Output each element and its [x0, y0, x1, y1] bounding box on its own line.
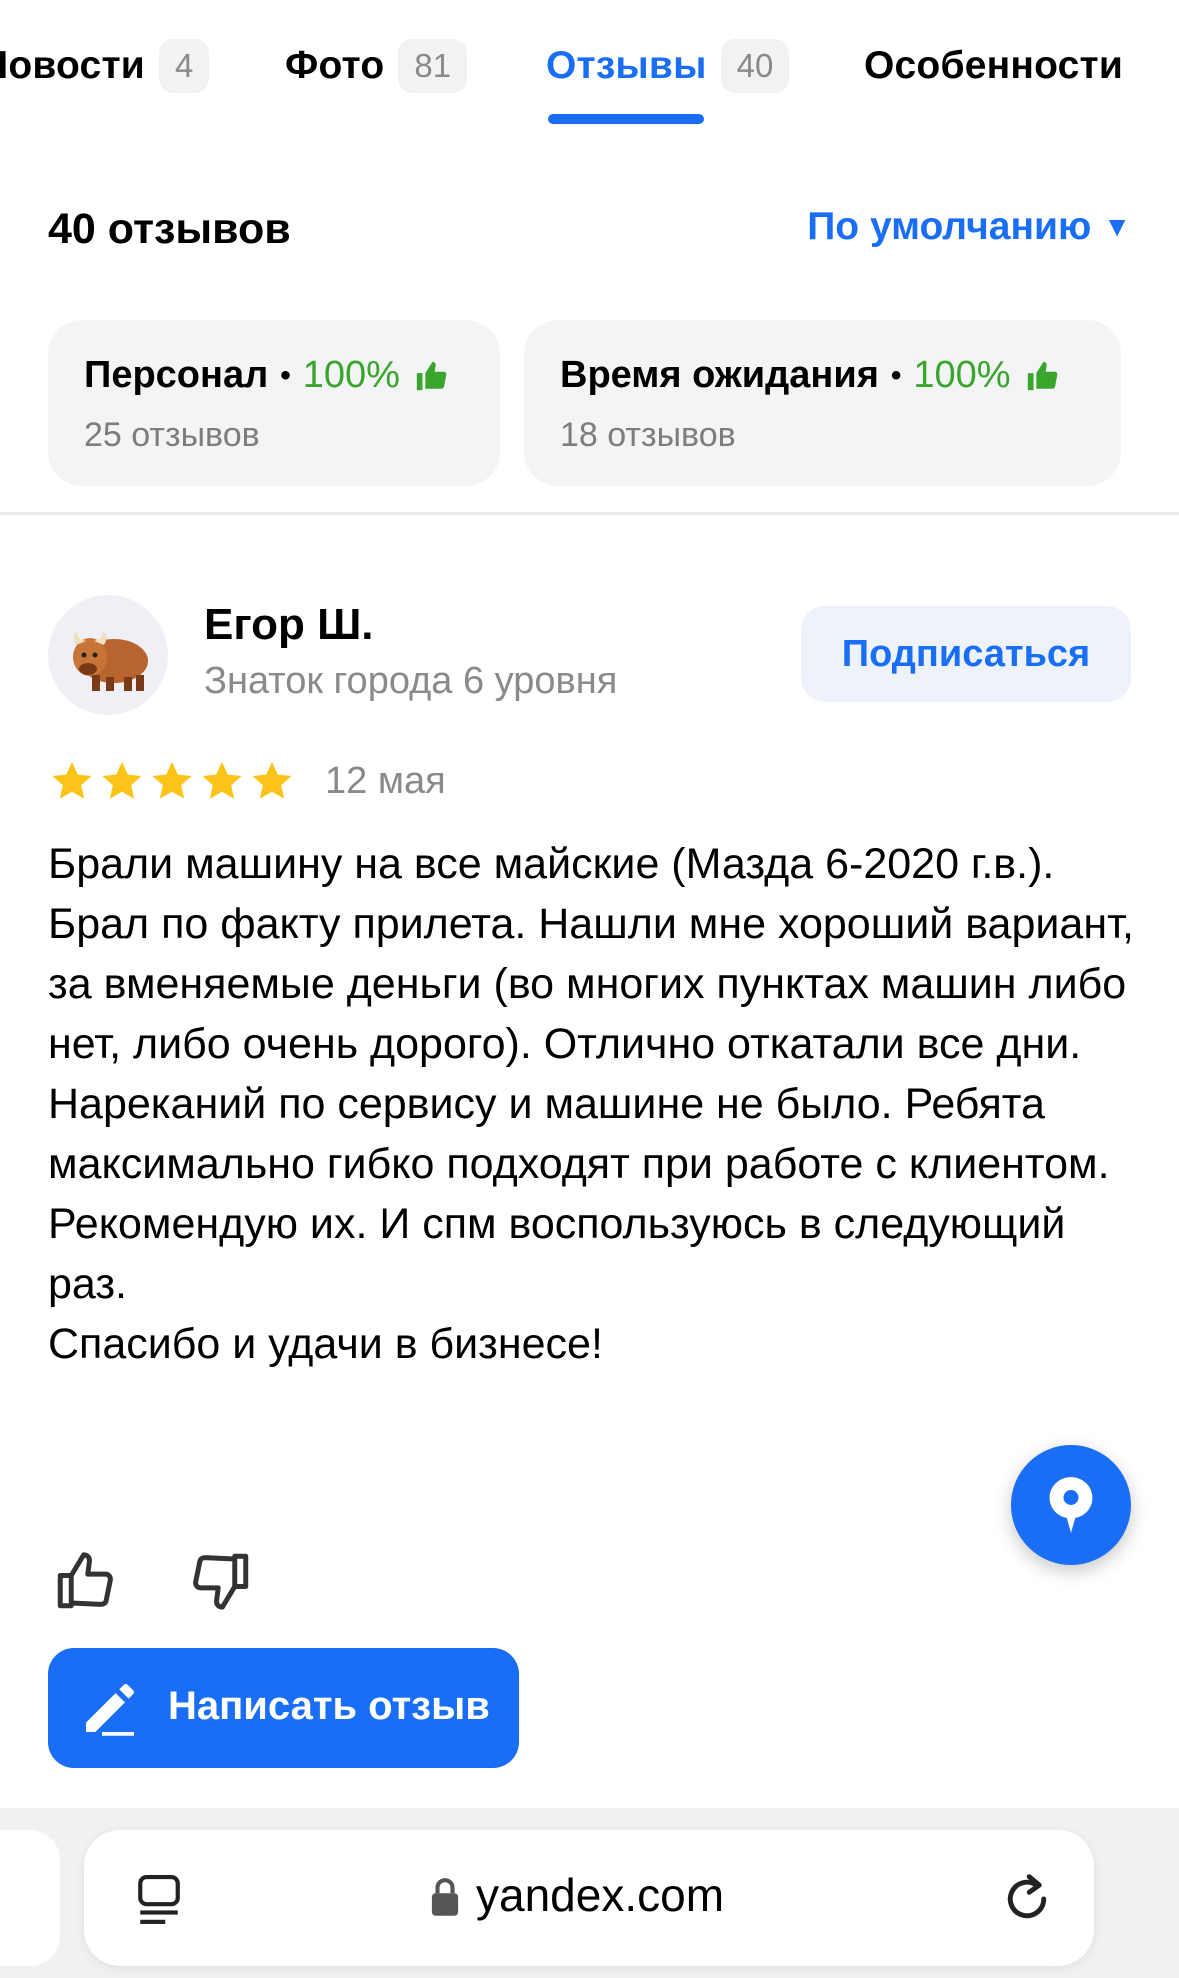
separator-dot: •	[890, 358, 902, 392]
tab-label: Особенности	[864, 44, 1124, 87]
active-tab-indicator	[548, 114, 704, 124]
thumb-up-icon[interactable]	[52, 1548, 118, 1614]
write-review-label: Написать отзыв	[168, 1684, 490, 1728]
star-icon	[102, 762, 142, 799]
review-paragraph: Брали машину на все майские (Мазда 6-202…	[48, 840, 1134, 1188]
review-author-level: Знаток города 6 уровня	[204, 660, 618, 702]
previous-tab-peek[interactable]	[0, 1830, 60, 1966]
review-paragraph: Рекомендую их. И спм воспользуюсь в след…	[48, 1200, 1066, 1308]
tab-count: 4	[158, 39, 210, 93]
map-button[interactable]	[1011, 1445, 1131, 1565]
review-author-name[interactable]: Егор Ш.	[204, 600, 374, 650]
pencil-icon	[86, 1684, 134, 1736]
thumb-down-icon[interactable]	[188, 1548, 254, 1614]
aspect-percent: 100%	[302, 354, 400, 396]
tab-label: Новости	[0, 44, 145, 87]
subscribe-button[interactable]: Подписаться	[801, 606, 1131, 702]
aspect-card-staff[interactable]: Персонал • 100% 25 отзывов	[48, 320, 500, 486]
star-icon	[252, 762, 292, 799]
tab-reviews[interactable]: Отзывы 40	[546, 36, 790, 96]
aspect-review-count: 18 отзывов	[560, 416, 736, 454]
aspect-card-waiting-time[interactable]: Время ожидания • 100% 18 отзывов	[524, 320, 1121, 486]
sort-dropdown[interactable]: По умолчанию ▼	[807, 205, 1131, 249]
rating-stars	[48, 758, 296, 806]
chevron-down-icon: ▼	[1103, 211, 1131, 242]
tab-photo[interactable]: Фото 81	[285, 36, 468, 96]
reviews-count-title: 40 отзывов	[48, 205, 291, 253]
avatar[interactable]	[48, 595, 168, 715]
review-date: 12 мая	[325, 760, 446, 802]
tab-bar: Новости 4 Фото 81 Отзывы 40 Особенности	[0, 0, 1179, 140]
star-icon	[202, 762, 242, 799]
tab-features[interactable]: Особенности	[864, 36, 1123, 96]
yak-avatar-image	[73, 631, 148, 691]
tab-count: 81	[398, 39, 468, 93]
reader-icon[interactable]	[134, 1872, 184, 1928]
map-pin-icon	[1049, 1477, 1093, 1533]
review-paragraph: Спасибо и удачи в бизнесе!	[48, 1320, 603, 1368]
write-review-button[interactable]: Написать отзыв	[48, 1648, 519, 1768]
separator-dot: •	[280, 358, 291, 392]
thumb-up-icon	[1027, 361, 1057, 390]
review-text: Брали машину на все майские (Мазда 6-202…	[48, 834, 1138, 1374]
reload-icon[interactable]	[1000, 1870, 1054, 1928]
section-divider	[0, 512, 1179, 515]
tab-label: Отзывы	[546, 44, 707, 87]
star-icon	[152, 762, 192, 799]
tab-label: Фото	[285, 44, 385, 87]
tab-count: 40	[720, 39, 790, 93]
aspect-name: Время ожидания	[560, 354, 879, 396]
thumb-up-icon	[416, 361, 447, 390]
star-icon	[52, 762, 92, 799]
aspect-name: Персонал	[84, 354, 269, 396]
aspect-review-count: 25 отзывов	[84, 416, 260, 454]
aspect-percent: 100%	[913, 354, 1011, 396]
tab-news[interactable]: Новости 4	[0, 36, 210, 96]
lock-icon	[431, 1878, 459, 1916]
sort-label: По умолчанию	[807, 205, 1092, 248]
url-text[interactable]: yandex.com	[476, 1868, 724, 1922]
